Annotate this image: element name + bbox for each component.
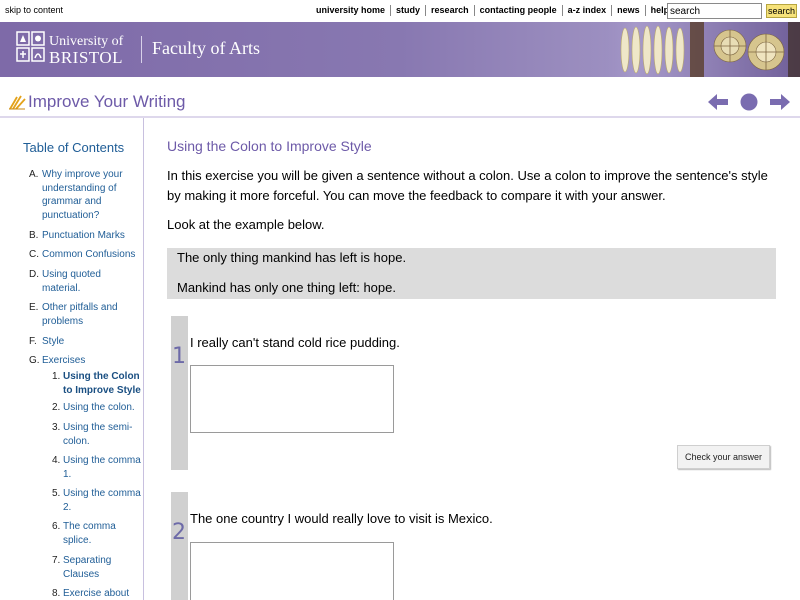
toc-marker: D. (29, 269, 39, 280)
toc-label[interactable]: Exercises (42, 354, 138, 368)
toc-subitem-4[interactable]: 4. Using the comma 1. (52, 454, 143, 481)
toc-marker: 6. (52, 521, 61, 532)
question-1-answer-field[interactable] (190, 365, 394, 433)
toc-label[interactable]: Using quoted material. (42, 268, 138, 295)
nav-university-home[interactable]: university home (311, 5, 390, 16)
toc-marker: G. (29, 355, 40, 366)
toc-subitem-3[interactable]: 3. Using the semi-colon. (52, 421, 143, 448)
toc-marker: 4. (52, 455, 61, 466)
toc-subitem-2[interactable]: 2. Using the colon. (52, 401, 143, 415)
nav-news[interactable]: news (611, 5, 645, 16)
toc-marker: B. (29, 230, 39, 241)
toc-subitem-5[interactable]: 5. Using the comma 2. (52, 487, 143, 514)
toc-marker: 3. (52, 422, 61, 433)
example-box: The only thing mankind has left is hope.… (167, 248, 776, 299)
toc-marker: A. (29, 169, 39, 180)
top-nav: university home study research contactin… (311, 5, 674, 16)
toc-item-b[interactable]: B. Punctuation Marks (29, 229, 138, 243)
question-1-sentence: I really can't stand cold rice pudding. (190, 335, 400, 350)
toc-label[interactable]: Why improve your understanding of gramma… (42, 168, 138, 222)
toc-item-a[interactable]: A. Why improve your understanding of gra… (29, 168, 138, 222)
question-2-number: 2 (172, 520, 186, 545)
toc-marker: 1. (52, 371, 61, 382)
nav-study[interactable]: study (390, 5, 425, 16)
toc-sidebar: Table of Contents A. Why improve your un… (0, 118, 144, 600)
page-title-row: Improve Your Writing (0, 89, 800, 115)
toc-subitem-6[interactable]: 6. The comma splice. (52, 520, 143, 547)
faculty-title: Faculty of Arts (152, 38, 260, 58)
toc-subitem-1[interactable]: 1. Using the Colon to Improve Style (52, 370, 143, 397)
toc-label[interactable]: The comma splice. (63, 520, 143, 547)
question-2-answer-field[interactable] (190, 542, 394, 600)
toc-label[interactable]: Using the comma 2. (63, 487, 143, 514)
toc-label[interactable]: Using the Colon to Improve Style (63, 370, 143, 397)
banner-artwork-image (580, 22, 800, 77)
question-1-sidebar (171, 316, 188, 470)
toc-marker: C. (29, 249, 39, 260)
previous-page-arrow-icon[interactable] (707, 93, 729, 111)
check-answer-button[interactable]: Check your answer (677, 445, 770, 469)
example-after-sentence: Mankind has only one thing left: hope. (177, 280, 396, 295)
banner-divider (141, 36, 142, 63)
toc-item-e[interactable]: E. Other pitfalls and problems (29, 301, 138, 328)
toc-label[interactable]: Punctuation Marks (42, 229, 138, 243)
question-2-sentence: The one country I would really love to v… (190, 511, 493, 526)
question-2-sidebar (171, 492, 188, 600)
toc-label[interactable]: Using the colon. (63, 401, 143, 415)
nav-contacting-people[interactable]: contacting people (473, 5, 562, 16)
section-heading: Using the Colon to Improve Style (167, 138, 372, 154)
toc-item-c[interactable]: C. Common Confusions (29, 248, 138, 262)
university-crest-icon (16, 31, 45, 62)
nav-research[interactable]: research (425, 5, 474, 16)
faculty-banner: University of BRISTOL Faculty of Arts (0, 22, 800, 77)
top-utility-bar: skip to content university home study re… (0, 0, 800, 22)
toc-label[interactable]: Style (42, 335, 138, 349)
toc-subitem-8[interactable]: 8. Exercise about (52, 587, 143, 600)
toc-label[interactable]: Using the semi-colon. (63, 421, 143, 448)
toc-label[interactable]: Using the comma 1. (63, 454, 143, 481)
toc-subitem-7[interactable]: 7. Separating Clauses (52, 554, 143, 581)
example-prompt: Look at the example below. (167, 217, 325, 232)
toc-marker: F. (29, 336, 37, 347)
toc-item-d[interactable]: D. Using quoted material. (29, 268, 138, 295)
quill-pen-icon (9, 95, 26, 110)
search-button[interactable]: search (766, 4, 797, 18)
toc-marker: E. (29, 302, 39, 313)
skip-to-content-link[interactable]: skip to content (5, 5, 63, 15)
next-page-arrow-icon[interactable] (769, 93, 791, 111)
toc-label[interactable]: Common Confusions (42, 248, 138, 262)
toc-item-g[interactable]: G. Exercises (29, 354, 138, 368)
example-before-sentence: The only thing mankind has left is hope. (177, 250, 407, 265)
nav-a-z-index[interactable]: a-z index (561, 5, 612, 16)
university-name-line2: BRISTOL (49, 48, 124, 67)
toc-item-f[interactable]: F. Style (29, 335, 138, 349)
toc-marker: 2. (52, 402, 61, 413)
toc-marker: 5. (52, 488, 61, 499)
toc-title: Table of Contents (23, 140, 125, 155)
question-1-number: 1 (172, 344, 186, 369)
toc-marker: 8. (52, 588, 61, 599)
search-input[interactable] (667, 3, 762, 19)
toc-label[interactable]: Exercise about (63, 587, 143, 600)
toc-marker: 7. (52, 555, 61, 566)
toc-label[interactable]: Other pitfalls and problems (42, 301, 138, 328)
page-title: Improve Your Writing (28, 92, 186, 111)
instructions-paragraph: In this exercise you will be given a sen… (167, 168, 768, 203)
toc-label[interactable]: Separating Clauses (63, 554, 143, 581)
contents-circle-icon[interactable] (740, 93, 758, 111)
